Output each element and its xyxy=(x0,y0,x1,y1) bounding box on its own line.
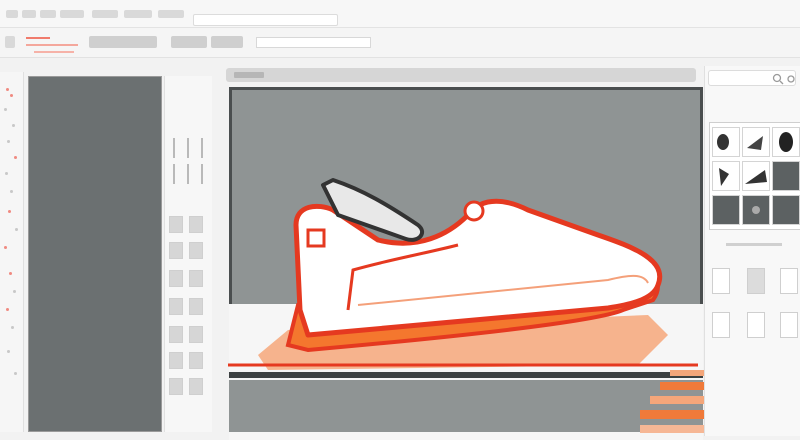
layers-panel[interactable] xyxy=(28,76,162,432)
tool-icon[interactable] xyxy=(4,108,7,111)
tool-icon[interactable] xyxy=(4,246,7,249)
toolbar-input[interactable] xyxy=(256,37,371,48)
tool-icon[interactable] xyxy=(10,190,13,193)
asset-thumbnail[interactable] xyxy=(772,127,800,157)
property-slider[interactable] xyxy=(201,164,203,184)
tool-strip xyxy=(0,72,24,432)
toolbar-button[interactable] xyxy=(89,36,157,48)
assets-panel-header[interactable] xyxy=(708,70,796,86)
property-swatch[interactable] xyxy=(169,352,183,369)
swatch-item[interactable] xyxy=(712,268,730,294)
property-slider[interactable] xyxy=(201,138,203,158)
tool-icon[interactable] xyxy=(14,156,17,159)
swatch-item[interactable] xyxy=(747,312,765,338)
property-slider[interactable] xyxy=(187,138,189,158)
menu-item[interactable] xyxy=(60,10,84,18)
sneaker-heel-tab xyxy=(306,228,326,248)
timeline-panel xyxy=(229,380,703,432)
search-icon[interactable] xyxy=(709,71,797,87)
color-indicator xyxy=(26,44,78,46)
asset-thumbnail[interactable] xyxy=(742,195,770,225)
property-swatch[interactable] xyxy=(169,298,183,315)
toolbar-button[interactable] xyxy=(211,36,243,48)
tool-icon[interactable] xyxy=(5,172,8,175)
asset-thumbnail[interactable] xyxy=(742,161,770,191)
property-slider[interactable] xyxy=(173,138,175,158)
menu-item[interactable] xyxy=(158,10,184,18)
color-indicator xyxy=(26,37,50,39)
tool-icon[interactable] xyxy=(7,350,10,353)
property-swatch[interactable] xyxy=(189,326,203,343)
swatch-item[interactable] xyxy=(747,268,765,294)
tool-icon[interactable] xyxy=(15,228,18,231)
toolbar-button[interactable] xyxy=(171,36,207,48)
property-swatch[interactable] xyxy=(189,378,203,395)
swatch-item[interactable] xyxy=(780,268,798,294)
property-swatch[interactable] xyxy=(189,242,203,259)
tool-icon[interactable] xyxy=(11,326,14,329)
tool-icon[interactable] xyxy=(12,124,15,127)
property-swatch[interactable] xyxy=(169,270,183,287)
canvas-tab-bar xyxy=(226,68,696,82)
property-swatch[interactable] xyxy=(189,298,203,315)
property-swatch[interactable] xyxy=(189,216,203,233)
design-app xyxy=(0,0,800,440)
menu-bar xyxy=(0,0,800,28)
menu-item[interactable] xyxy=(40,10,56,18)
thumbnail-grid xyxy=(709,122,800,230)
asset-thumbnail[interactable] xyxy=(772,195,800,225)
asset-thumbnail[interactable] xyxy=(772,161,800,191)
toolbar xyxy=(0,28,800,58)
asset-thumbnail[interactable] xyxy=(742,127,770,157)
panel-divider xyxy=(726,243,782,246)
property-slider[interactable] xyxy=(187,164,189,184)
property-slider[interactable] xyxy=(173,164,175,184)
toolbar-button[interactable] xyxy=(5,36,15,48)
tool-icon[interactable] xyxy=(9,272,12,275)
swatch-item[interactable] xyxy=(712,312,730,338)
color-indicator xyxy=(34,51,74,53)
sneaker-eyelet xyxy=(463,200,485,222)
tool-icon[interactable] xyxy=(14,372,17,375)
canvas-tab-icon[interactable] xyxy=(234,72,264,78)
property-swatch[interactable] xyxy=(169,378,183,395)
property-swatch[interactable] xyxy=(169,242,183,259)
asset-thumbnail[interactable] xyxy=(712,127,740,157)
property-swatch[interactable] xyxy=(189,270,203,287)
menu-item[interactable] xyxy=(124,10,152,18)
tool-icon[interactable] xyxy=(8,210,11,213)
swatch-item[interactable] xyxy=(780,312,798,338)
sneaker-illustration[interactable] xyxy=(228,165,708,380)
asset-thumbnail[interactable] xyxy=(712,161,740,191)
property-swatch[interactable] xyxy=(189,352,203,369)
properties-panel xyxy=(164,76,212,432)
property-swatch[interactable] xyxy=(169,326,183,343)
property-swatch[interactable] xyxy=(169,216,183,233)
tool-icon[interactable] xyxy=(10,94,13,97)
tool-icon[interactable] xyxy=(13,290,16,293)
menu-item[interactable] xyxy=(92,10,118,18)
menu-item[interactable] xyxy=(6,10,18,18)
tool-icon[interactable] xyxy=(7,140,10,143)
tool-icon[interactable] xyxy=(6,88,9,91)
asset-thumbnail[interactable] xyxy=(712,195,740,225)
menu-item[interactable] xyxy=(22,10,36,18)
document-title-field[interactable] xyxy=(193,14,338,26)
tool-icon[interactable] xyxy=(6,308,9,311)
